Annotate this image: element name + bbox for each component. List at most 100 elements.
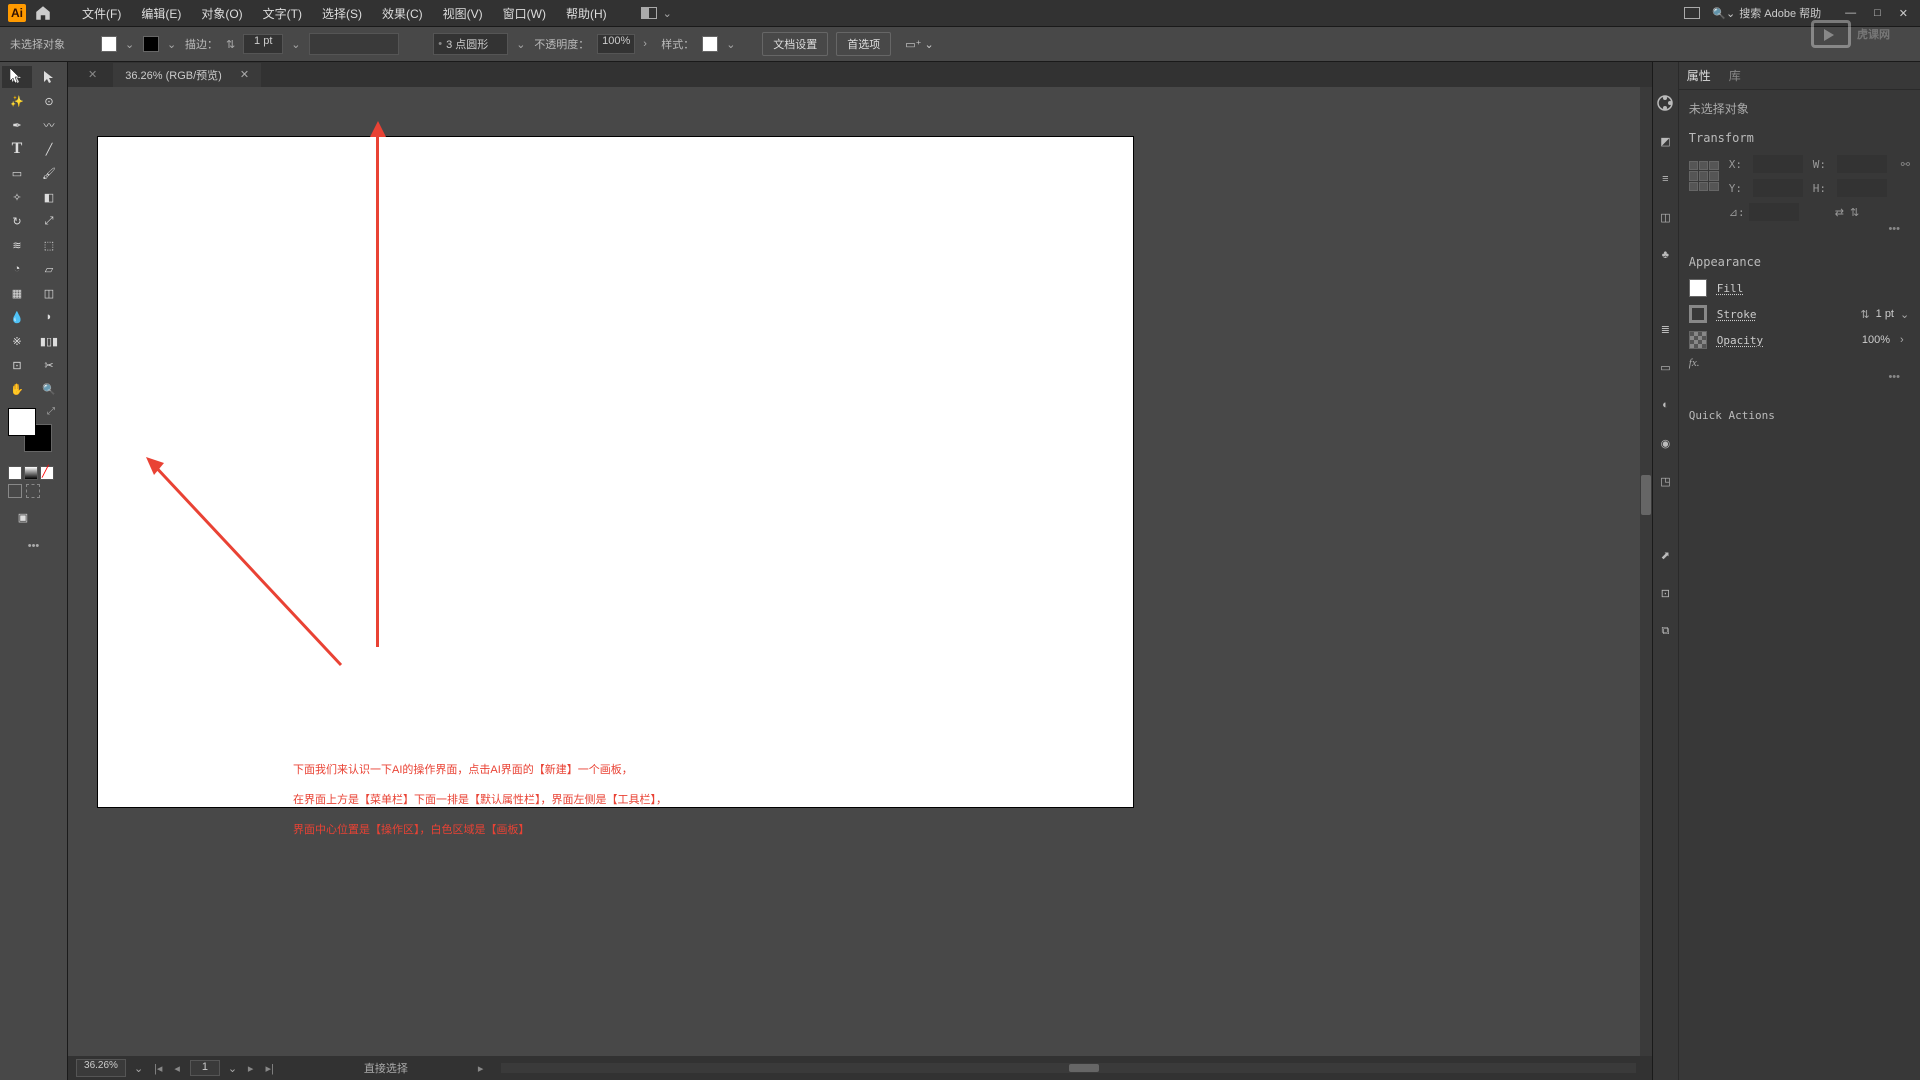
fill-swatch-panel[interactable] — [1689, 279, 1707, 297]
menu-edit[interactable]: 编辑(E) — [131, 5, 191, 22]
preferences-button[interactable]: 首选项 — [836, 32, 891, 56]
menu-effect[interactable]: 效果(C) — [372, 5, 433, 22]
window-maximize[interactable]: □ — [1870, 7, 1885, 20]
arrange-documents-icon[interactable] — [641, 7, 657, 19]
first-artboard[interactable]: |◂ — [152, 1062, 164, 1075]
menu-help[interactable]: 帮助(H) — [556, 5, 617, 22]
fx-label[interactable]: fx. — [1689, 357, 1910, 369]
home-icon[interactable] — [34, 4, 52, 22]
w-input[interactable] — [1837, 155, 1887, 173]
mesh-tool[interactable]: ▦ — [2, 282, 32, 304]
link-wh-icon[interactable]: ⚯ — [1901, 158, 1910, 171]
workspace-icon[interactable] — [1684, 7, 1700, 19]
window-minimize[interactable]: — — [1841, 7, 1860, 20]
zoom-dropdown[interactable]: ⌄ — [134, 1062, 144, 1075]
width-tool[interactable]: ≋ — [2, 234, 32, 256]
flip-h-icon[interactable]: ⇄ — [1835, 206, 1844, 219]
flip-v-icon[interactable]: ⇅ — [1850, 206, 1859, 219]
free-transform-tool[interactable]: ⬚ — [34, 234, 64, 256]
blend-tool[interactable]: ◗ — [34, 306, 64, 328]
opacity-value-panel[interactable]: 100% — [1854, 334, 1898, 346]
tab-libraries[interactable]: 库 — [1729, 67, 1741, 84]
shaper-tool[interactable]: ✧ — [2, 186, 32, 208]
color-mode-none[interactable]: ╱ — [40, 466, 54, 480]
document-tab-close[interactable]: ✕ — [240, 68, 249, 81]
brush-definition[interactable]: •3 点圆形 — [433, 33, 508, 55]
menu-file[interactable]: 文件(F) — [72, 5, 131, 22]
perspective-tool[interactable]: ▱ — [34, 258, 64, 280]
swap-colors-icon[interactable]: ⤢ — [47, 406, 55, 417]
artboard-number[interactable]: 1 — [190, 1060, 220, 1076]
stroke-weight-input[interactable]: 1 pt — [243, 34, 283, 54]
artboard[interactable]: 下面我们来认识一下AI的操作界面，点击AI界面的【新建】一个画板， 在界面上方是… — [98, 137, 1133, 807]
x-input[interactable] — [1753, 155, 1803, 173]
line-tool[interactable]: ╱ — [34, 138, 64, 160]
opacity-input[interactable]: 100% — [597, 34, 635, 54]
opacity-label-panel[interactable]: Opacity — [1717, 334, 1763, 347]
brushes-panel-icon[interactable]: ▭ — [1654, 356, 1676, 378]
reference-point-selector[interactable] — [1689, 161, 1719, 191]
stroke-weight-dropdown[interactable]: ⌄ — [291, 38, 301, 51]
prev-artboard[interactable]: ◂ — [172, 1062, 182, 1075]
y-input[interactable] — [1753, 179, 1803, 197]
zoom-level[interactable]: 36.26% — [76, 1059, 126, 1077]
zoom-tool[interactable]: 🔍 — [34, 378, 64, 400]
symbols-panel-icon[interactable]: ♣ — [1654, 244, 1676, 266]
align-icon[interactable]: ▭⁺ ⌄ — [905, 38, 933, 51]
menu-object[interactable]: 对象(O) — [191, 5, 252, 22]
edit-toolbar[interactable]: ••• — [2, 534, 65, 558]
rotate-tool[interactable]: ↻ — [2, 210, 32, 232]
foreground-color[interactable] — [8, 408, 36, 436]
stroke-dropdown-panel[interactable]: ⌄ — [1900, 308, 1910, 321]
selection-tool[interactable] — [2, 66, 32, 88]
stroke-panel-icon[interactable]: ≡ — [1654, 168, 1676, 190]
stroke-swatch-panel[interactable] — [1689, 305, 1707, 323]
shape-builder-tool[interactable]: ◔ — [2, 258, 32, 280]
style-dropdown[interactable]: ⌄ — [726, 38, 736, 51]
opacity-dropdown[interactable]: › — [643, 38, 653, 50]
swatches-panel-icon[interactable]: ◩ — [1654, 130, 1676, 152]
pen-tool[interactable]: ✒ — [2, 114, 32, 136]
angle-input[interactable] — [1749, 203, 1799, 221]
lasso-tool[interactable]: ⊙ — [34, 90, 64, 112]
stroke-dropdown[interactable]: ⌄ — [167, 38, 177, 51]
brush-dropdown[interactable]: ⌄ — [516, 38, 526, 51]
h-input[interactable] — [1837, 179, 1887, 197]
type-tool[interactable]: T — [2, 138, 32, 160]
appearance-panel-icon[interactable]: ◉ — [1654, 432, 1676, 454]
arrange-dropdown[interactable]: ⌄ — [663, 7, 673, 20]
menu-window[interactable]: 窗口(W) — [493, 5, 556, 22]
color-mode-gradient[interactable] — [24, 466, 38, 480]
draw-normal-icon[interactable] — [8, 484, 22, 498]
transparency-panel-icon[interactable]: ◐ — [1654, 394, 1676, 416]
draw-behind-icon[interactable] — [26, 484, 40, 498]
appearance-more-options[interactable]: ••• — [1689, 369, 1910, 385]
magic-wand-tool[interactable]: ✨ — [2, 90, 32, 112]
doc-tab-close-prev[interactable]: ✕ — [88, 68, 97, 81]
next-artboard[interactable]: ▸ — [246, 1062, 256, 1075]
color-panel-icon[interactable] — [1654, 92, 1676, 114]
fill-label[interactable]: Fill — [1717, 282, 1744, 295]
menu-select[interactable]: 选择(S) — [312, 5, 372, 22]
tab-properties[interactable]: 属性 — [1687, 67, 1711, 84]
artboard-dropdown[interactable]: ⌄ — [228, 1062, 238, 1075]
gradient-panel-icon[interactable]: ◫ — [1654, 206, 1676, 228]
symbol-sprayer-tool[interactable]: ※ — [2, 330, 32, 352]
libraries-panel-icon[interactable]: ⧉ — [1654, 620, 1676, 642]
artboards-panel-icon[interactable]: ⊡ — [1654, 582, 1676, 604]
fill-dropdown[interactable]: ⌄ — [125, 38, 135, 51]
stroke-stepper[interactable]: ⇅ — [226, 38, 235, 51]
color-selector[interactable]: ⤢ — [2, 402, 65, 462]
screen-mode-icon[interactable]: ▣ — [8, 506, 38, 528]
menu-view[interactable]: 视图(V) — [433, 5, 493, 22]
layers-panel-icon[interactable]: ≣ — [1654, 318, 1676, 340]
stroke-value-panel[interactable]: 1 pt — [1872, 308, 1898, 320]
horizontal-scrollbar[interactable] — [501, 1063, 1636, 1073]
stroke-label-panel[interactable]: Stroke — [1717, 308, 1757, 321]
stroke-swatch[interactable] — [143, 36, 159, 52]
last-artboard[interactable]: ▸| — [263, 1062, 275, 1075]
gradient-tool[interactable]: ◫ — [34, 282, 64, 304]
graphic-styles-panel-icon[interactable]: ◳ — [1654, 470, 1676, 492]
eyedropper-tool[interactable]: 💧 — [2, 306, 32, 328]
document-tab[interactable]: 36.26% (RGB/预览) ✕ — [113, 63, 261, 87]
